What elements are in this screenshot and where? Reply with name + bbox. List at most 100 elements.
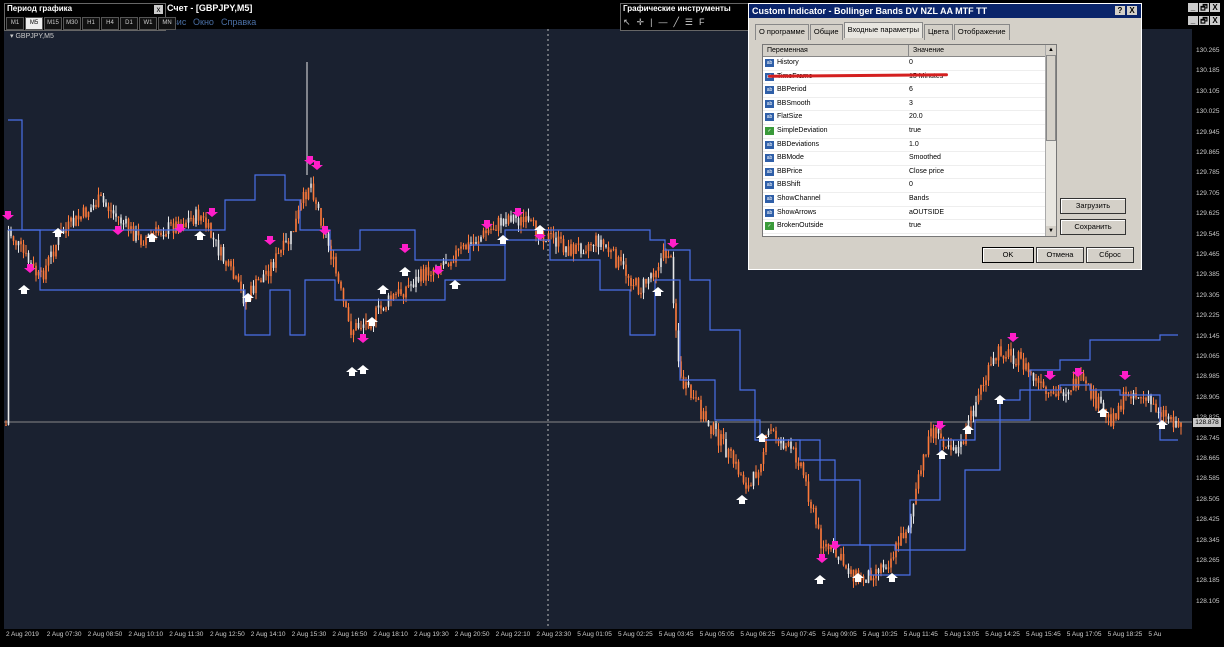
candle-body [160, 232, 162, 235]
time-tick-label: 2 Aug 07:30 [46, 631, 82, 638]
chart-restore-button[interactable]: 🗗 [1199, 16, 1209, 25]
price-tick-label: 129.225 [1196, 312, 1220, 320]
tab-4[interactable]: Отображение [953, 24, 1010, 40]
time-tick-label: 5 Aug 17:05 [1066, 631, 1102, 638]
candle-body [422, 269, 425, 281]
save-button[interactable]: Сохранить [1060, 219, 1126, 235]
timeframe-button-m30[interactable]: M30 [63, 17, 81, 30]
candle-body [1085, 380, 1087, 384]
dialog-help-button[interactable]: ? [1115, 6, 1125, 15]
candle-body [972, 410, 975, 417]
param-value[interactable]: 20.0 [905, 111, 1047, 124]
timeframe-button-m1[interactable]: M1 [6, 17, 24, 30]
candle-body [410, 284, 412, 286]
candle-body [1092, 390, 1095, 399]
timeframe-button-w1[interactable]: W1 [139, 17, 157, 30]
menu-item-window[interactable]: Окно [193, 17, 214, 27]
candle-body [107, 206, 110, 212]
candle-body [757, 472, 760, 478]
param-value[interactable]: 1.0 [905, 139, 1047, 152]
menu-item-help[interactable]: Справка [221, 17, 256, 27]
scroll-down-arrow-icon[interactable]: ▼ [1046, 226, 1056, 236]
tab-0[interactable]: О программе [755, 24, 809, 40]
param-row-showchannel[interactable]: ab ShowChannel Bands [763, 193, 1056, 207]
timeframe-button-mn[interactable]: MN [158, 17, 176, 30]
scroll-up-arrow-icon[interactable]: ▲ [1046, 45, 1056, 55]
tab-3[interactable]: Цвета [923, 24, 953, 40]
timeframe-button-m5[interactable]: M5 [25, 17, 43, 30]
vertical-line-icon[interactable]: | [650, 17, 652, 28]
timeframe-button-h4[interactable]: H4 [101, 17, 119, 30]
candle-body [360, 327, 362, 329]
param-row-bbshift[interactable]: ab BBShift 0 [763, 179, 1056, 193]
candle-body [212, 237, 215, 240]
cursor-icon[interactable]: ↖ [623, 17, 631, 28]
param-row-showarrows[interactable]: ab ShowArrows aOUTSIDE [763, 207, 1056, 221]
candle-body [1140, 397, 1142, 399]
param-value[interactable]: true [905, 220, 1047, 233]
trendline-icon[interactable]: ╱ [673, 17, 678, 28]
dialog-close-button[interactable]: X [1127, 6, 1137, 15]
tab-2[interactable]: Входные параметры [843, 22, 923, 38]
fibo-icon[interactable]: F [699, 17, 705, 28]
time-tick-label: 5 Aug 07:45 [781, 631, 816, 638]
candle-body [560, 236, 562, 239]
restore-button[interactable]: 🗗 [1199, 3, 1209, 12]
candle-body [112, 210, 115, 214]
timeframe-button-d1[interactable]: D1 [120, 17, 138, 30]
candle-body [947, 445, 950, 447]
minimize-button[interactable]: _ [1188, 3, 1198, 12]
param-row-flatsize[interactable]: ab FlatSize 20.0 [763, 111, 1056, 125]
tab-1[interactable]: Общие [809, 24, 843, 40]
param-value[interactable]: 0 [905, 57, 1047, 70]
param-value[interactable]: Smoothed [905, 152, 1047, 165]
param-row-bbprice[interactable]: ab BBPrice Close price [763, 166, 1056, 180]
timeframe-button-m15[interactable]: M15 [44, 17, 62, 30]
param-value[interactable]: true [905, 125, 1047, 138]
close-button[interactable]: X [1210, 3, 1220, 12]
params-scrollbar[interactable]: ▲ ▼ [1045, 45, 1056, 236]
cancel-button[interactable]: Отмена [1036, 247, 1084, 263]
reset-button[interactable]: Сброс [1086, 247, 1134, 263]
param-row-bbsmooth[interactable]: ab BBSmooth 3 [763, 98, 1056, 112]
candle-body [635, 278, 637, 286]
param-row-bbperiod[interactable]: ab BBPeriod 6 [763, 84, 1056, 98]
candle-body [495, 229, 497, 231]
param-row-bbmode[interactable]: ab BBMode Smoothed [763, 152, 1056, 166]
candle-body [580, 243, 582, 254]
param-row-bbdeviations[interactable]: ab BBDeviations 1.0 [763, 139, 1056, 153]
candle-body [140, 235, 142, 245]
candle-body [810, 501, 812, 509]
candle-body [480, 237, 482, 242]
crosshair-icon[interactable]: ✛ [637, 17, 645, 28]
param-value[interactable]: Bands [905, 193, 1047, 206]
param-row-history[interactable]: ab History 0 [763, 57, 1056, 71]
load-button[interactable]: Загрузить [1060, 198, 1126, 214]
price-tick-label: 129.145 [1196, 332, 1220, 340]
candle-body [727, 449, 730, 458]
chart-minimize-button[interactable]: _ [1188, 16, 1198, 25]
candle-body [1107, 414, 1110, 418]
param-value[interactable]: 3 [905, 98, 1047, 111]
bool-param-icon: ✓ [765, 126, 774, 135]
candle-body [17, 241, 20, 246]
param-value[interactable]: aOUTSIDE [905, 207, 1047, 220]
param-row-brokeninside[interactable]: ✓BrokenInsidetrue [763, 234, 1056, 237]
horizontal-line-icon[interactable]: — [658, 17, 667, 28]
chart-close-button[interactable]: X [1210, 16, 1220, 25]
param-value[interactable]: 0 [905, 179, 1047, 192]
scroll-thumb[interactable] [1046, 55, 1056, 141]
candle-body [807, 481, 810, 502]
param-value[interactable]: true [905, 234, 1047, 237]
candle-body [1157, 411, 1160, 413]
timeframe-button-h1[interactable]: H1 [82, 17, 100, 30]
candle-body [865, 579, 867, 583]
param-row-simpledeviation[interactable]: ✓ SimpleDeviation true [763, 125, 1056, 139]
param-value[interactable]: 6 [905, 84, 1047, 97]
param-row-brokenoutside[interactable]: ✓ BrokenOutside true [763, 220, 1056, 234]
channel-icon[interactable]: ☰ [685, 17, 693, 28]
param-value[interactable]: Close price [905, 166, 1047, 179]
timeframe-panel-close-button[interactable]: x [154, 5, 163, 14]
ok-button[interactable]: OK [982, 247, 1034, 263]
candle-body [717, 429, 720, 446]
